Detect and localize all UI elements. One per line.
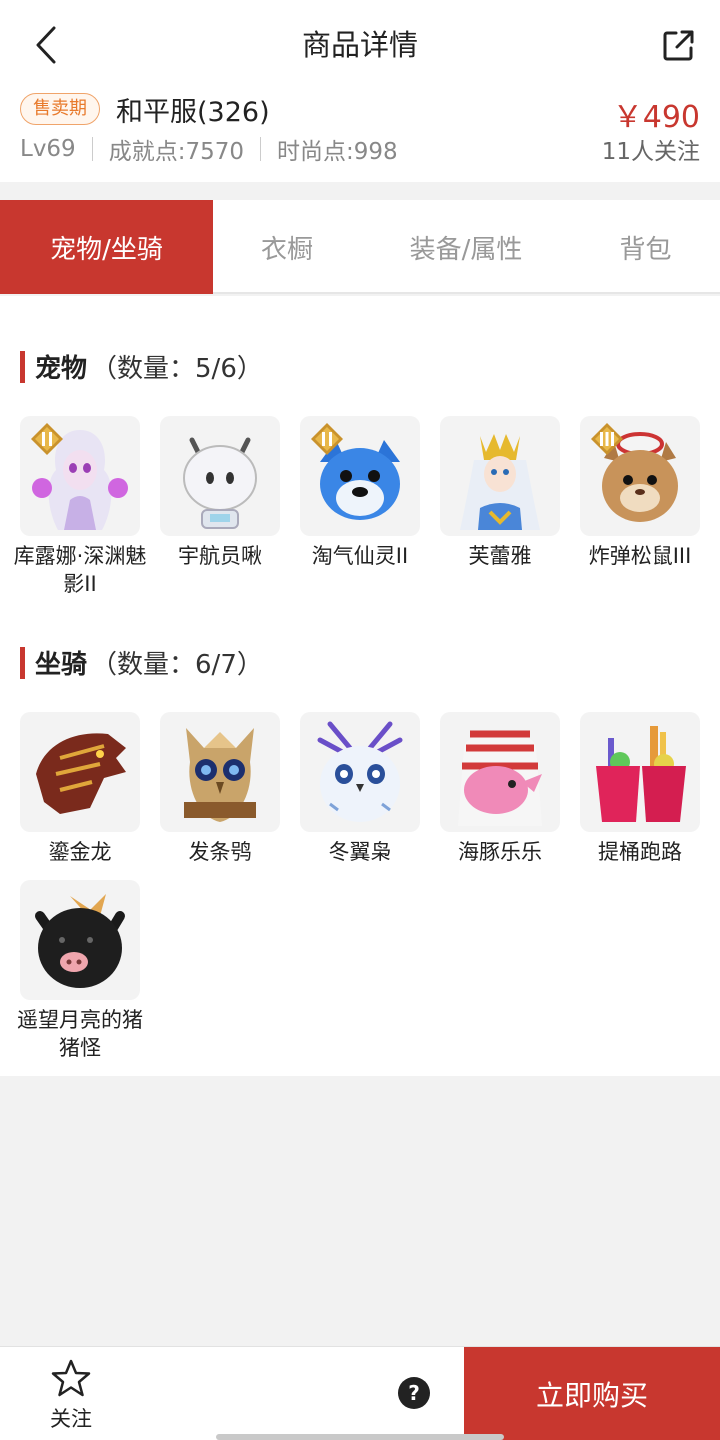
- mount-item[interactable]: 鎏金龙: [20, 712, 140, 866]
- mount-thumbnail: [580, 712, 700, 832]
- help-icon[interactable]: ?: [398, 1377, 430, 1409]
- server-name: 和平服(326): [116, 97, 270, 128]
- item-name: 鎏金龙: [48, 840, 112, 864]
- rank-iii-icon: [591, 423, 623, 455]
- item-name: 遥望月亮的猪猪怪: [17, 1008, 143, 1060]
- role-stats: Lv69 成就点:7570 时尚点:998: [20, 132, 398, 166]
- pet-item[interactable]: 炸弹松鼠III: [580, 416, 700, 570]
- page: 商品详情 售卖期 和平服(326) Lv69 成就点:7570 时尚点:998 …: [0, 0, 720, 1440]
- follow-label: 关注: [50, 1407, 92, 1431]
- item-name: 冬翼枭: [328, 840, 392, 864]
- section-count: （数量：5/6）: [91, 354, 263, 384]
- pet-item[interactable]: 宇航员啾: [160, 416, 280, 570]
- item-name: 淘气仙灵II: [311, 544, 409, 568]
- section-count: （数量：6/7）: [91, 650, 263, 680]
- star-icon: [51, 1359, 91, 1397]
- divider: [260, 137, 261, 161]
- tab-equipment-attributes[interactable]: 装备/属性: [361, 200, 571, 294]
- pet-thumbnail: [20, 416, 140, 536]
- follow-button[interactable]: 关注: [36, 1359, 106, 1433]
- mount-figure-icon: [35, 894, 125, 988]
- item-name: 宇航员啾: [178, 544, 262, 568]
- price: ￥490: [612, 100, 700, 135]
- followers-count: 11人关注: [601, 139, 700, 165]
- mount-figure-icon: [36, 733, 126, 814]
- pet-figure-icon: [183, 437, 257, 529]
- fashion-text: 时尚点:998: [277, 139, 398, 165]
- tab-backpack[interactable]: 背包: [571, 200, 720, 294]
- mount-figure-icon: [184, 728, 256, 822]
- tab-pets-mounts[interactable]: 宠物/坐骑: [0, 200, 213, 294]
- mount-item[interactable]: 发条鸮: [160, 712, 280, 866]
- item-name: 芙蕾雅: [468, 544, 532, 568]
- mount-item[interactable]: 遥望月亮的猪猪怪: [17, 880, 143, 1062]
- section-name: 宠物: [35, 354, 88, 384]
- pet-item[interactable]: 库露娜·深渊魅影II: [14, 416, 146, 598]
- mount-thumbnail: [20, 880, 140, 1000]
- mount-item[interactable]: 海豚乐乐: [440, 712, 560, 866]
- home-indicator[interactable]: [216, 1434, 504, 1440]
- mount-item[interactable]: 冬翼枭: [300, 712, 420, 866]
- bottom-action-bar: 关注 ? 立即购买: [0, 1346, 720, 1440]
- mount-thumbnail: [20, 712, 140, 832]
- mounts-section-title: 坐骑 （数量：6/7）: [20, 644, 263, 681]
- item-name: 发条鸮: [188, 840, 252, 864]
- mount-figure-icon: [596, 726, 686, 822]
- pet-item[interactable]: 芙蕾雅: [440, 416, 560, 570]
- mount-figure-icon: [458, 730, 542, 826]
- share-button[interactable]: [658, 24, 700, 66]
- mount-thumbnail: [160, 712, 280, 832]
- mount-item[interactable]: 提桶跑路: [580, 712, 700, 866]
- pet-thumbnail: [300, 416, 420, 536]
- section-marker: [20, 646, 25, 679]
- pet-thumbnail: [440, 416, 560, 536]
- page-title: 商品详情: [301, 28, 418, 62]
- mount-thumbnail: [300, 712, 420, 832]
- item-name: 海豚乐乐: [458, 840, 542, 864]
- pet-figure-icon: [460, 434, 540, 530]
- level-text: Lv69: [20, 136, 76, 162]
- achievement-text: 成就点:7570: [108, 139, 244, 165]
- pet-thumbnail: [580, 416, 700, 536]
- rank-ii-icon: [311, 423, 343, 455]
- buy-now-button[interactable]: 立即购买: [464, 1347, 720, 1440]
- mount-figure-icon: [317, 721, 403, 822]
- tab-bar: 宠物/坐骑 衣橱 装备/属性 背包: [0, 200, 720, 294]
- tab-wardrobe[interactable]: 衣橱: [213, 200, 361, 294]
- rank-ii-icon: [31, 423, 63, 455]
- section-marker: [20, 350, 25, 383]
- mount-thumbnail: [440, 712, 560, 832]
- pet-thumbnail: [160, 416, 280, 536]
- content-panel: 宠物 （数量：5/6） 库露娜·深渊魅影II 宇航员啾 淘气仙灵II 芙蕾雅 炸…: [0, 296, 720, 1076]
- header: 商品详情 售卖期 和平服(326) Lv69 成就点:7570 时尚点:998 …: [0, 0, 720, 182]
- item-name: 提桶跑路: [598, 840, 682, 864]
- item-name: 炸弹松鼠III: [588, 544, 692, 568]
- section-name: 坐骑: [35, 650, 88, 680]
- pets-section-title: 宠物 （数量：5/6）: [20, 348, 263, 385]
- divider: [91, 137, 93, 161]
- pet-item[interactable]: 淘气仙灵II: [300, 416, 420, 570]
- item-name: 库露娜·深渊魅影II: [13, 544, 147, 596]
- share-icon: [663, 30, 694, 61]
- sale-period-badge: 售卖期: [20, 93, 100, 125]
